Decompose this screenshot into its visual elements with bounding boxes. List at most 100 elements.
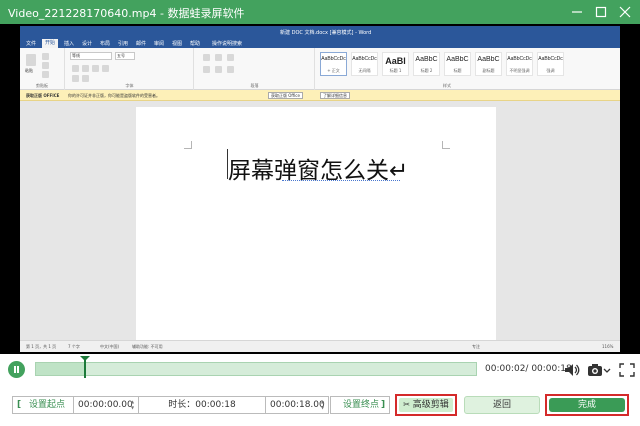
font-size-select[interactable]: 五号 — [115, 52, 135, 60]
align-left-icon[interactable] — [203, 66, 210, 73]
word-tab[interactable]: 视图 — [172, 40, 182, 47]
word-tab-active[interactable]: 开始 — [42, 39, 59, 48]
back-button[interactable]: 返回 — [464, 396, 540, 414]
paste-label: 粘贴 — [25, 68, 33, 73]
end-time-input[interactable]: 00:00:18.00 ▲ ▼ — [265, 396, 329, 414]
font-color-icon[interactable] — [72, 75, 79, 82]
learn-more-button[interactable]: 了解详细信息 — [320, 92, 350, 99]
margin-corner-mark — [184, 141, 192, 149]
highlight-icon[interactable] — [82, 75, 89, 82]
margin-corner-mark — [442, 141, 450, 149]
word-title-bar: 新建 DOC 文档.docx [兼容模式] - Word — [20, 26, 620, 38]
word-search-tab[interactable]: 操作说明搜索 — [212, 40, 242, 47]
word-tab[interactable]: 文件 — [26, 40, 36, 47]
paragraph-caption: 段落 — [250, 83, 259, 88]
document-page[interactable]: 屏幕弹窗怎么关↵ — [136, 107, 496, 347]
bullets-icon[interactable] — [203, 54, 210, 61]
fullscreen-icon[interactable] — [618, 362, 636, 378]
clipboard-group: 粘贴 剪贴板 — [20, 48, 65, 90]
word-window: 新建 DOC 文档.docx [兼容模式] - Word 文件 开始 插入 设计… — [20, 26, 620, 352]
style-gallery-item[interactable]: AaBbCcDc 不明显强调 — [506, 52, 533, 76]
duration-display: 时长：00:00:18 — [138, 396, 266, 414]
camera-icon[interactable] — [587, 362, 613, 378]
style-gallery-item[interactable]: AaBl 标题 1 — [382, 52, 409, 76]
copy-icon[interactable] — [42, 62, 49, 69]
styles-group: AaBbCcDc + 正文 AaBbCcDc 无间隔 AaBl 标题 1 AaBbC 标题 2… — [316, 48, 578, 90]
duration-value: 时长：00:00:18 — [168, 400, 236, 410]
end-time-spinner[interactable]: ▲ ▼ — [321, 399, 326, 411]
word-tab[interactable]: 引用 — [118, 40, 128, 47]
align-center-icon[interactable] — [215, 66, 222, 73]
set-start-button[interactable]: [ 设置起点 — [12, 396, 74, 414]
document-area: 屏幕弹窗怎么关↵ — [20, 101, 620, 347]
style-sample: AaBbCcDc — [321, 56, 346, 62]
timeline-played — [36, 363, 85, 375]
numbering-icon[interactable] — [215, 54, 222, 61]
font-caption: 字体 — [125, 83, 134, 88]
underline-icon[interactable] — [92, 65, 99, 72]
paragraph-group: 段落 — [195, 48, 315, 90]
style-name: 标题 — [453, 68, 462, 73]
paste-icon[interactable] — [26, 54, 36, 66]
word-tab[interactable]: 设计 — [82, 40, 92, 47]
style-name: + 正文 — [327, 68, 340, 73]
style-gallery-item[interactable]: AaBbCcDc 无间隔 — [351, 52, 378, 76]
word-tab[interactable]: 插入 — [64, 40, 74, 47]
zoom-level[interactable]: 116% — [602, 344, 613, 349]
close-icon[interactable] — [616, 3, 634, 21]
start-time-value: 00:00:00.00 — [78, 400, 133, 410]
cut-icon[interactable] — [42, 53, 49, 60]
get-genuine-button[interactable]: 获取正版 Office — [268, 92, 303, 99]
word-doc-title: 新建 DOC 文档.docx [兼容模式] - Word — [280, 30, 372, 36]
style-gallery-item[interactable]: AaBbC 标题 2 — [413, 52, 440, 76]
start-time-input[interactable]: 00:00:00.00 ▲ ▼ — [73, 396, 139, 414]
multilevel-icon[interactable] — [227, 54, 234, 61]
advanced-edit-button[interactable]: ✂ 高级剪辑 — [395, 394, 457, 416]
style-sample: AaBbCcDc — [538, 56, 563, 62]
advanced-edit-label: 高级剪辑 — [412, 400, 449, 410]
bold-icon[interactable] — [72, 65, 79, 72]
word-ribbon: 粘贴 剪贴板 等线 五号 字体 段落 AaBbCcDc + 正文 AaBbCcD… — [20, 48, 620, 90]
focus-mode[interactable]: 专注 — [472, 344, 480, 350]
style-gallery-item[interactable]: AaBbCcDc + 正文 — [320, 52, 347, 76]
done-label: 完成 — [549, 398, 625, 412]
word-tab[interactable]: 审阅 — [154, 40, 164, 47]
playhead-handle[interactable] — [80, 356, 90, 378]
start-time-spinner[interactable]: ▲ ▼ — [131, 399, 136, 411]
title-bar: Video_221228170640.mp4 - 数据蛙录屏软件 — [0, 0, 640, 24]
word-tab[interactable]: 帮助 — [190, 40, 200, 47]
style-gallery-item[interactable]: AaBbC 标题 — [444, 52, 471, 76]
page-count: 第 1 页，共 1 页 — [26, 344, 57, 349]
word-tab[interactable]: 邮件 — [136, 40, 146, 47]
clipboard-caption: 剪贴板 — [36, 83, 48, 88]
word-tab[interactable]: 布局 — [100, 40, 110, 47]
done-button[interactable]: 完成 — [545, 394, 629, 416]
strikethrough-icon[interactable] — [102, 65, 109, 72]
align-right-icon[interactable] — [227, 66, 234, 73]
style-gallery-item[interactable]: AaBbCcDc 强调 — [537, 52, 564, 76]
end-time-value: 00:00:18.00 — [270, 400, 325, 410]
style-sample: AaBbCcDc — [352, 56, 377, 62]
style-name: 标题 1 — [389, 68, 402, 73]
maximize-icon[interactable] — [592, 3, 610, 21]
style-sample: AaBbC — [446, 56, 469, 63]
style-gallery-item[interactable]: AaBbC 副标题 — [475, 52, 502, 76]
styles-caption: 样式 — [443, 83, 451, 88]
font-group: 等线 五号 字体 — [66, 48, 194, 90]
video-preview[interactable]: 新建 DOC 文档.docx [兼容模式] - Word 文件 开始 插入 设计… — [0, 24, 640, 354]
format-painter-icon[interactable] — [42, 71, 49, 78]
start-bracket-icon: [ — [17, 400, 22, 410]
notice-title: 获取正版 OFFICE — [26, 93, 60, 98]
style-sample: AaBbCcDc — [507, 56, 532, 62]
word-ribbon-tabs: 文件 开始 插入 设计 布局 引用 邮件 审阅 视图 帮助 操作说明搜索 — [20, 38, 620, 48]
scissors-icon: ✂ — [403, 400, 410, 409]
timeline-track[interactable] — [35, 362, 477, 376]
minimize-icon[interactable] — [568, 3, 586, 21]
font-name-select[interactable]: 等线 — [70, 52, 112, 60]
pause-button[interactable] — [8, 361, 25, 378]
italic-icon[interactable] — [82, 65, 89, 72]
set-end-button[interactable]: 设置终点 ] — [330, 396, 390, 414]
volume-icon[interactable] — [563, 362, 581, 378]
accessibility-status: 辅助功能: 不可用 — [132, 344, 163, 349]
set-start-label: 设置起点 — [29, 400, 66, 410]
